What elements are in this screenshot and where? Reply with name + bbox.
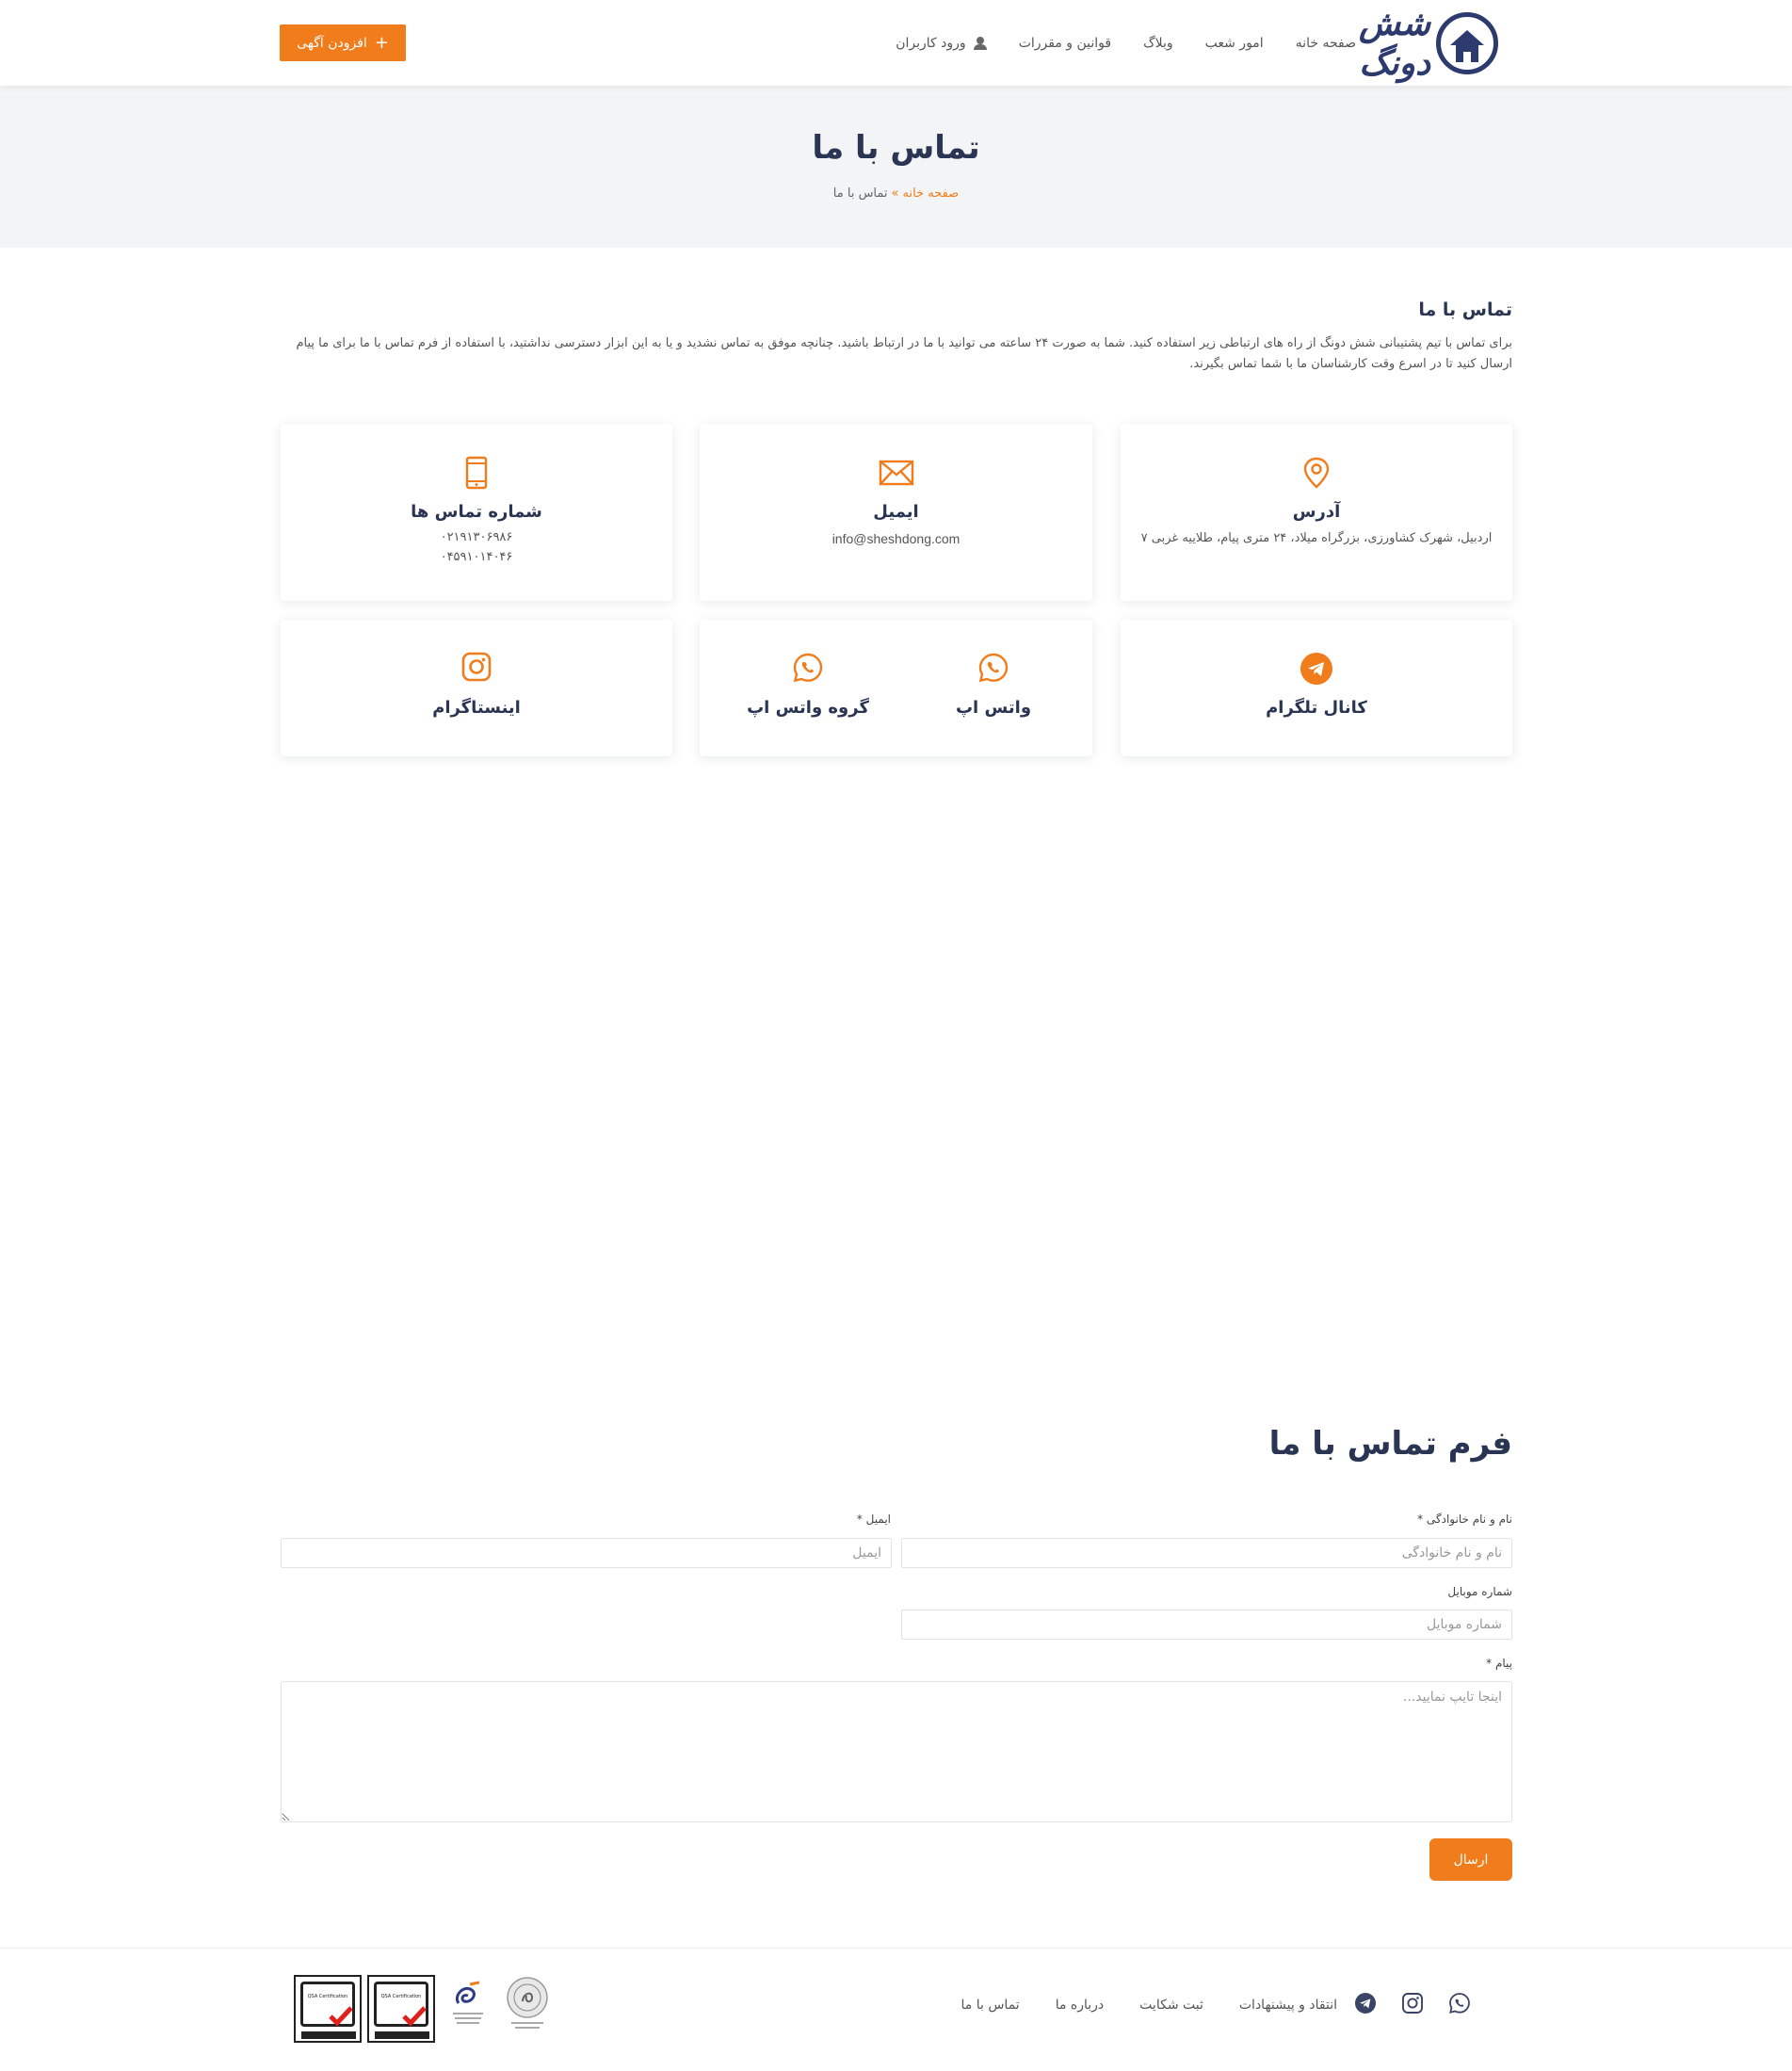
nav-login-label: ورود کاربران bbox=[896, 35, 966, 51]
nav-login[interactable]: ورود کاربران bbox=[896, 35, 987, 51]
telegram-title: کانال تلگرام bbox=[1266, 698, 1367, 718]
envelope-icon bbox=[879, 460, 913, 486]
address-title: آدرس bbox=[1292, 502, 1341, 522]
nav-rules[interactable]: قوانین و مقررات bbox=[1019, 36, 1111, 51]
qsa-certificate-badge-2[interactable]: QSA Certification bbox=[294, 1975, 362, 2043]
phone-title: شماره تماس ها bbox=[411, 502, 542, 522]
site-header: شش دونگ صفحه خانه امور شعب وبلاگ قوانین … bbox=[0, 0, 1792, 86]
breadcrumb-current: تماس با ما bbox=[832, 186, 888, 201]
footer-link-feedback[interactable]: انتقاد و پیشنهادات bbox=[1239, 1998, 1337, 2013]
page-banner: تماس با ما صفحه خانه » تماس با ما bbox=[0, 86, 1792, 248]
message-label: پیام * bbox=[1486, 1657, 1512, 1670]
qsa-badge-text-1: QSA Certification bbox=[380, 1994, 422, 1999]
instagram-icon bbox=[461, 652, 492, 682]
mobile-label: شماره موبایل bbox=[1447, 1585, 1512, 1598]
instagram-card[interactable]: اینستاگرام bbox=[281, 620, 672, 756]
house-logo-icon bbox=[1436, 12, 1498, 74]
seal-badge-icon[interactable] bbox=[504, 1975, 551, 2033]
message-textarea[interactable] bbox=[281, 1681, 1512, 1822]
main-nav: صفحه خانه امور شعب وبلاگ قوانین و مقررات… bbox=[414, 0, 1356, 86]
telegram-card[interactable]: کانال تلگرام bbox=[1121, 620, 1512, 756]
user-icon bbox=[973, 36, 987, 50]
submit-button[interactable]: ارسال bbox=[1429, 1838, 1512, 1881]
footer-telegram-icon[interactable] bbox=[1354, 1992, 1377, 2014]
whatsapp-title: واتس اپ bbox=[955, 698, 1032, 718]
email-input[interactable] bbox=[281, 1538, 892, 1568]
qsa-certificate-badge-1[interactable]: QSA Certification bbox=[367, 1975, 435, 2043]
whatsapp-group-title: گروه واتس اپ bbox=[747, 698, 869, 718]
name-label: نام و نام خانوادگی * bbox=[1417, 1513, 1512, 1526]
location-pin-icon bbox=[1303, 457, 1330, 489]
footer-link-complaint[interactable]: ثبت شکایت bbox=[1139, 1998, 1203, 2013]
footer-whatsapp-icon[interactable] bbox=[1448, 1992, 1471, 2014]
nav-home[interactable]: صفحه خانه bbox=[1296, 36, 1356, 51]
whatsapp-card: واتس اپ گروه واتس اپ bbox=[700, 620, 1092, 756]
phone-value-2[interactable]: ۰۴۵۹۱۰۱۴۰۴۶ bbox=[281, 550, 672, 564]
breadcrumb: صفحه خانه » تماس با ما bbox=[0, 186, 1792, 201]
breadcrumb-home[interactable]: صفحه خانه bbox=[903, 186, 960, 201]
qsa-badge-text-2: QSA Certification bbox=[307, 1994, 348, 1999]
whatsapp-group-link[interactable]: گروه واتس اپ bbox=[714, 620, 902, 756]
site-logo[interactable]: شش دونگ bbox=[1348, 4, 1498, 83]
whatsapp-icon bbox=[978, 653, 1009, 683]
contact-intro: تماس با ما برای تماس با تیم پشتیبانی شش … bbox=[281, 299, 1513, 375]
mobile-phone-icon bbox=[465, 456, 488, 490]
logo-text: شش دونگ bbox=[1358, 4, 1430, 83]
name-input[interactable] bbox=[901, 1538, 1512, 1568]
breadcrumb-separator-icon: » bbox=[891, 186, 899, 201]
instagram-title: اینستاگرام bbox=[432, 698, 521, 718]
whatsapp-group-icon bbox=[793, 653, 823, 683]
footer-link-contact[interactable]: تماس با ما bbox=[961, 1998, 1020, 2013]
email-label: ایمیل * bbox=[856, 1513, 891, 1526]
add-listing-button[interactable]: + افزودن آگهی bbox=[280, 24, 406, 61]
telegram-icon bbox=[1300, 653, 1332, 685]
phone-value-1[interactable]: ۰۲۱۹۱۳۰۶۹۸۶ bbox=[281, 530, 672, 544]
phone-card: شماره تماس ها ۰۲۱۹۱۳۰۶۹۸۶ ۰۴۵۹۱۰۱۴۰۴۶ bbox=[281, 424, 672, 601]
footer-instagram-icon[interactable] bbox=[1401, 1992, 1424, 2014]
checkmark-icon bbox=[402, 2006, 427, 2027]
footer-links: انتقاد و پیشنهادات ثبت شکایت درباره ما ت… bbox=[942, 1998, 1337, 2013]
nav-branches[interactable]: امور شعب bbox=[1205, 36, 1264, 51]
address-card: آدرس اردبیل، شهرک کشاورزی، بزرگراه میلاد… bbox=[1121, 424, 1512, 601]
add-listing-label: افزودن آگهی bbox=[297, 35, 367, 51]
enamad-badge-icon[interactable] bbox=[447, 1975, 489, 2033]
email-value[interactable]: info@sheshdong.com bbox=[700, 531, 1092, 546]
page-title: تماس با ما bbox=[812, 129, 980, 167]
intro-title: تماس با ما bbox=[1418, 299, 1512, 320]
email-card: ایمیل info@sheshdong.com bbox=[700, 424, 1092, 601]
address-value: اردبیل، شهرک کشاورزی، بزرگراه میلاد، ۲۴ … bbox=[1140, 531, 1493, 545]
checkmark-icon bbox=[329, 2006, 353, 2027]
footer-divider bbox=[0, 1948, 1792, 1949]
mobile-input[interactable] bbox=[901, 1610, 1512, 1640]
whatsapp-link[interactable]: واتس اپ bbox=[899, 620, 1088, 756]
intro-text: برای تماس با تیم پشتیبانی شش دونگ از راه… bbox=[296, 336, 1513, 371]
footer-link-about[interactable]: درباره ما bbox=[1056, 1998, 1104, 2013]
contact-form-title: فرم تماس با ما bbox=[1268, 1425, 1512, 1463]
plus-icon: + bbox=[374, 32, 389, 53]
nav-blog[interactable]: وبلاگ bbox=[1143, 36, 1173, 51]
email-title: ایمیل bbox=[873, 502, 919, 522]
